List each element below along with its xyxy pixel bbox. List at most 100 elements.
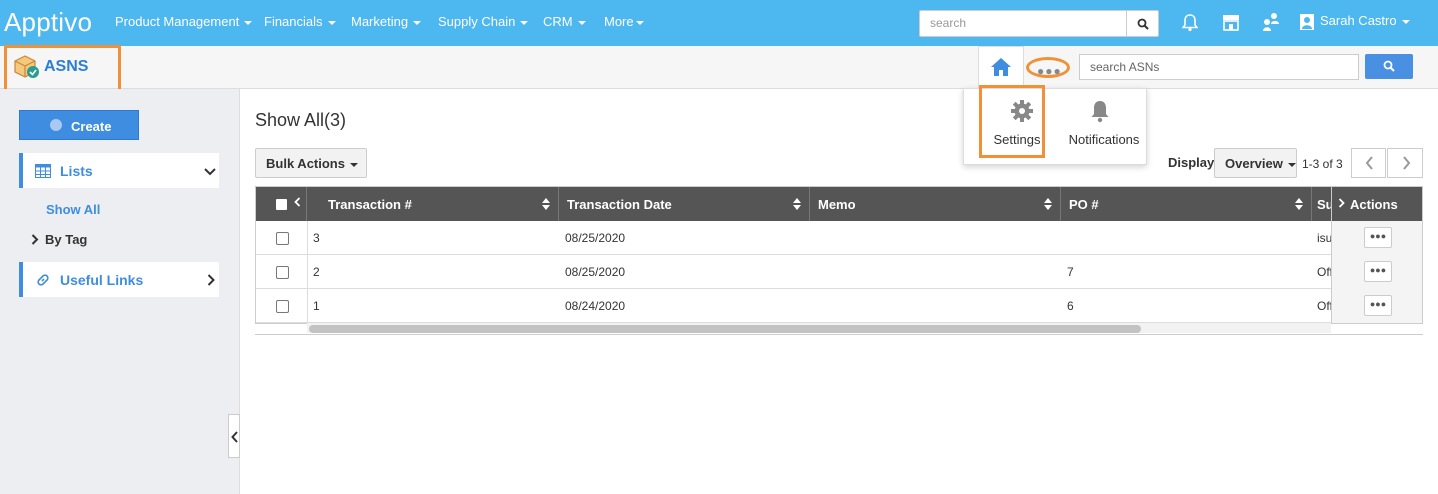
apptivo-logo[interactable]: Apptivo xyxy=(4,7,92,38)
chevron-right-icon xyxy=(207,274,215,286)
row-actions-button[interactable]: ●●● xyxy=(1364,261,1392,282)
cell-transaction: 3 xyxy=(313,231,320,245)
create-button[interactable]: Create xyxy=(19,110,139,140)
asn-search-input[interactable]: search ASNs xyxy=(1079,54,1359,80)
column-header-supplier[interactable]: Su xyxy=(1312,187,1331,221)
page-title: Show All(3) xyxy=(255,110,347,130)
plus-circle-icon xyxy=(50,119,62,131)
nav-label: Product Management xyxy=(115,14,240,29)
table-row[interactable]: 3 08/25/2020 isu xyxy=(256,221,1422,255)
divider xyxy=(255,334,1423,335)
highlight-settings xyxy=(979,85,1045,158)
column-label: Transaction # xyxy=(328,197,412,212)
column-header-transaction[interactable]: Transaction # xyxy=(307,187,559,221)
cell-date: 08/25/2020 xyxy=(565,231,626,245)
column-label: Transaction Date xyxy=(567,197,672,212)
display-label: Display xyxy=(1168,155,1215,170)
horizontal-scrollbar-thumb[interactable] xyxy=(309,325,1141,333)
global-search-input[interactable]: search xyxy=(919,10,1127,37)
bulk-actions-label: Bulk Actions xyxy=(266,156,345,171)
nav-supply-chain[interactable]: Supply Chain xyxy=(438,14,529,29)
nav-label: More xyxy=(604,14,634,29)
asn-search-button[interactable] xyxy=(1365,54,1413,79)
sidebar-item-lists[interactable]: Lists xyxy=(19,153,219,188)
nav-product-management[interactable]: Product Management xyxy=(115,14,253,29)
column-header-actions: Actions xyxy=(1332,187,1422,221)
select-all-checkbox[interactable] xyxy=(276,199,287,210)
table-row[interactable]: 1 08/24/2020 6 Off xyxy=(256,289,1422,323)
nav-more[interactable]: More xyxy=(604,14,644,29)
next-page-button[interactable] xyxy=(1387,148,1423,178)
column-divider xyxy=(307,221,308,255)
chevron-down-icon xyxy=(244,20,253,25)
avatar xyxy=(1300,13,1314,30)
column-header-transaction-date[interactable]: Transaction Date xyxy=(559,187,810,221)
search-icon xyxy=(1137,18,1149,30)
row-checkbox[interactable] xyxy=(276,300,289,313)
sort-icon xyxy=(1044,198,1052,210)
user-menu[interactable]: Sarah Castro xyxy=(1300,13,1410,30)
chevron-right-icon xyxy=(31,234,39,245)
notifications-menu-item[interactable]: Notifications xyxy=(1062,89,1146,166)
nav-label: Financials xyxy=(264,14,323,29)
column-label: PO # xyxy=(1069,197,1099,212)
bell-icon xyxy=(1091,101,1109,123)
list-grid-icon xyxy=(35,164,51,178)
row-checkbox[interactable] xyxy=(276,232,289,245)
row-actions-button[interactable]: ●●● xyxy=(1364,295,1392,316)
nav-crm[interactable]: CRM xyxy=(543,14,586,29)
nav-label: Marketing xyxy=(351,14,409,29)
table-row[interactable]: 2 08/25/2020 7 Off xyxy=(256,255,1422,289)
chevron-right-icon xyxy=(1403,156,1411,170)
create-label: Create xyxy=(71,119,112,134)
cell-date: 08/24/2020 xyxy=(565,299,626,313)
notifications-label: Notifications xyxy=(1068,132,1140,147)
nav-financials[interactable]: Financials xyxy=(264,14,336,29)
cell-transaction: 2 xyxy=(313,265,320,279)
sort-icon xyxy=(542,198,550,210)
sidebar-link-show-all[interactable]: Show All xyxy=(46,202,100,217)
chevron-down-icon xyxy=(1287,162,1296,167)
store-icon[interactable] xyxy=(1222,13,1240,31)
actions-column: Actions ●●● ●●● ●●● xyxy=(1331,187,1422,323)
top-navigation-bar: Apptivo Product Management Financials Ma… xyxy=(0,0,1438,46)
display-select[interactable]: Overview xyxy=(1214,148,1297,178)
row-actions-button[interactable]: ●●● xyxy=(1364,227,1392,248)
cell-supplier: Off xyxy=(1317,265,1331,279)
global-search-button[interactable] xyxy=(1126,10,1159,37)
previous-page-button[interactable] xyxy=(1351,148,1386,178)
column-divider xyxy=(307,289,308,323)
chevron-down-icon xyxy=(1401,19,1410,24)
chevron-down-icon xyxy=(327,20,336,25)
chevron-left-icon[interactable] xyxy=(294,197,301,207)
asn-table: Transaction # Transaction Date Memo PO #… xyxy=(255,186,1423,333)
sidebar-link-by-tag[interactable]: By Tag xyxy=(31,232,87,247)
sidebar-collapse-toggle[interactable] xyxy=(228,414,240,458)
sidebar-link-label: By Tag xyxy=(45,232,88,247)
home-button[interactable] xyxy=(978,46,1024,89)
row-checkbox[interactable] xyxy=(276,266,289,279)
chevron-down-icon xyxy=(577,20,586,25)
chevron-down-icon xyxy=(635,20,644,25)
chevron-right-icon[interactable] xyxy=(1338,198,1345,208)
sidebar-item-label: Useful Links xyxy=(60,272,144,288)
sort-icon xyxy=(793,198,801,210)
connections-icon[interactable] xyxy=(1262,12,1280,32)
cell-transaction: 1 xyxy=(313,299,320,313)
bell-icon[interactable] xyxy=(1182,13,1198,32)
chevron-down-icon xyxy=(349,162,358,167)
chevron-down-icon xyxy=(520,20,529,25)
bulk-actions-button[interactable]: Bulk Actions xyxy=(255,148,367,178)
home-icon xyxy=(991,58,1011,76)
nav-marketing[interactable]: Marketing xyxy=(351,14,422,29)
column-header-po[interactable]: PO # xyxy=(1061,187,1312,221)
cell-po: 6 xyxy=(1067,299,1074,313)
search-icon xyxy=(1383,60,1395,72)
chevron-left-icon xyxy=(231,431,238,443)
chevron-left-icon xyxy=(1365,156,1373,170)
select-all-header xyxy=(256,187,307,221)
cell-po: 7 xyxy=(1067,265,1074,279)
column-header-memo[interactable]: Memo xyxy=(810,187,1061,221)
cell-supplier: Off xyxy=(1317,299,1331,313)
sidebar-item-useful-links[interactable]: Useful Links xyxy=(19,262,219,297)
